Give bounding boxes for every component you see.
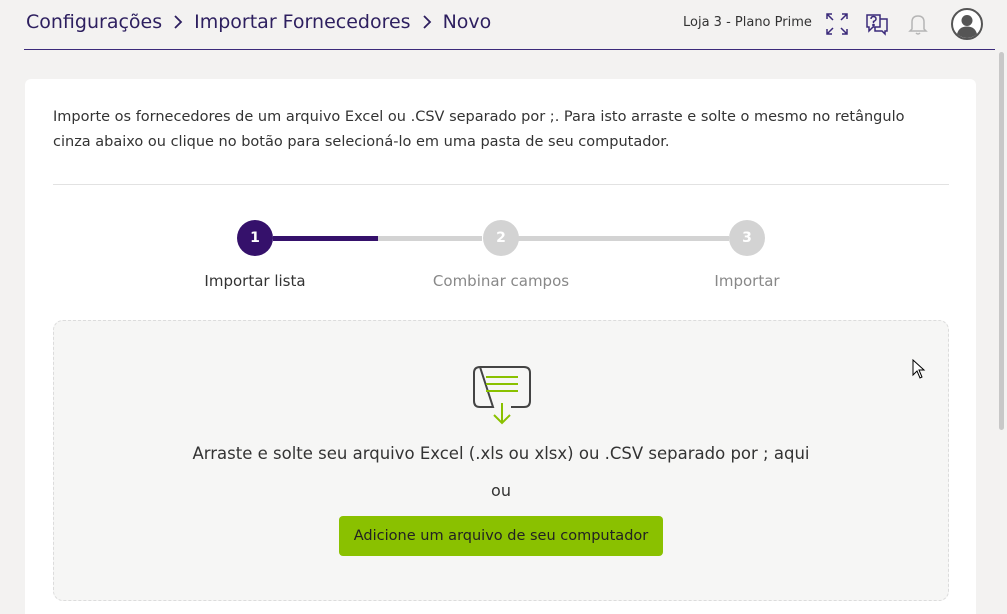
mouse-cursor-icon [912, 358, 926, 379]
bell-icon[interactable] [905, 11, 931, 37]
breadcrumb-item-importar-fornecedores[interactable]: Importar Fornecedores [194, 11, 410, 33]
step-3-circle: 3 [729, 220, 765, 256]
fullscreen-icon[interactable] [824, 11, 850, 37]
file-download-icon [470, 363, 534, 429]
file-dropzone[interactable]: Arraste e solte seu arquivo Excel (.xls … [53, 320, 949, 601]
chevron-right-icon [421, 15, 433, 29]
step-progress-line-inactive [518, 236, 729, 241]
breadcrumb-item-configuracoes[interactable]: Configurações [26, 11, 162, 33]
header-divider [24, 49, 995, 50]
step-3-number: 3 [742, 230, 752, 246]
section-divider [53, 184, 949, 185]
breadcrumb-item-novo: Novo [442, 11, 492, 33]
step-progress-line-inactive [378, 236, 482, 241]
intro-text: Importe os fornecedores de um arquivo Ex… [53, 109, 905, 150]
import-card: Importe os fornecedores de um arquivo Ex… [25, 79, 976, 614]
step-1-number: 1 [250, 230, 260, 246]
user-avatar-icon[interactable] [951, 8, 983, 40]
step-3-label: Importar [714, 272, 780, 290]
step-2-label: Combinar campos [432, 272, 570, 290]
dropzone-or-text: ou [491, 481, 511, 500]
step-1-label: Importar lista [204, 272, 306, 290]
step-1-circle: 1 [237, 220, 273, 256]
step-2-number: 2 [496, 230, 506, 246]
step-2-circle: 2 [483, 220, 519, 256]
breadcrumb: Configurações Importar Fornecedores Novo [26, 11, 491, 33]
chevron-right-icon [172, 15, 184, 29]
store-selector[interactable]: Loja 3 - Plano Prime [683, 15, 812, 30]
step-progress-line-active [273, 236, 378, 241]
scrollbar-thumb[interactable] [999, 52, 1004, 430]
dropzone-instructions: Arraste e solte seu arquivo Excel (.xls … [192, 444, 810, 463]
add-file-button[interactable]: Adicione um arquivo de seu computador [339, 516, 663, 556]
help-icon[interactable] [864, 11, 890, 37]
top-bar: Configurações Importar Fornecedores Novo… [0, 0, 1007, 50]
